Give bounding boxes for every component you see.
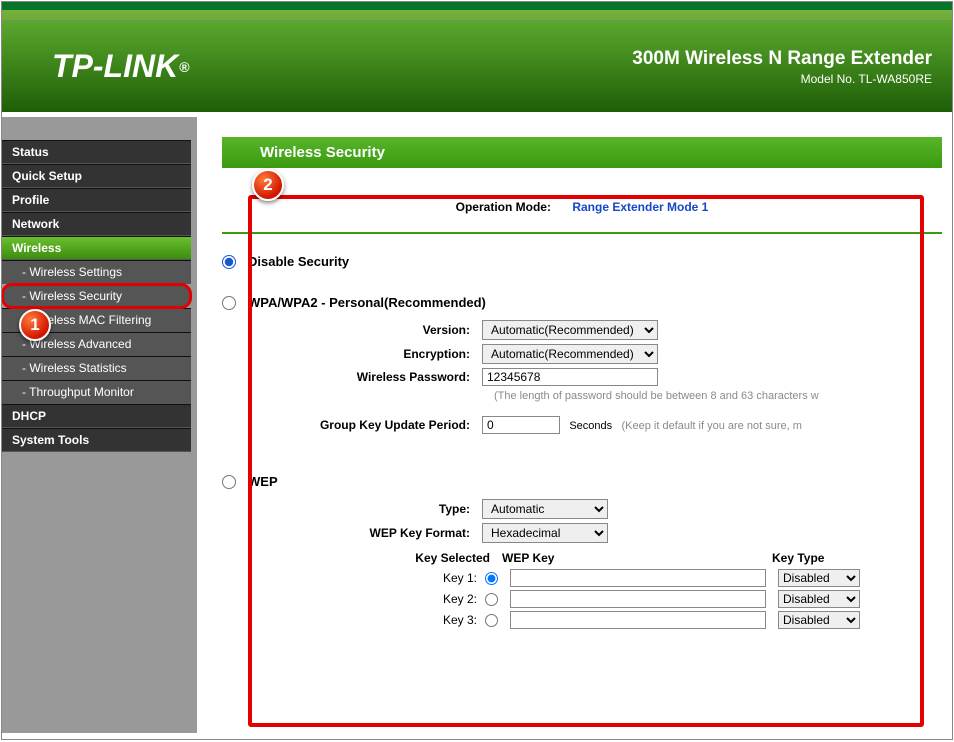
nav-status[interactable]: Status bbox=[2, 140, 191, 164]
nav-wireless-security[interactable]: - Wireless Security bbox=[2, 284, 191, 308]
brand-text: TP-LINK bbox=[52, 48, 178, 85]
page-title: Wireless Security bbox=[222, 137, 942, 168]
wep-key1-type-select[interactable]: Disabled bbox=[778, 569, 860, 587]
wep-key2-radio[interactable] bbox=[485, 593, 498, 606]
wep-radio[interactable] bbox=[222, 475, 236, 489]
nav-network[interactable]: Network bbox=[2, 212, 191, 236]
wep-key1-input[interactable] bbox=[510, 569, 766, 587]
sidebar: Status Quick Setup Profile Network Wirel… bbox=[2, 117, 197, 733]
wep-type-select[interactable]: Automatic bbox=[482, 499, 608, 519]
nav-profile[interactable]: Profile bbox=[2, 188, 191, 212]
wep-key3-type-select[interactable]: Disabled bbox=[778, 611, 860, 629]
operation-mode-label: Operation Mode: bbox=[456, 200, 551, 214]
wep-format-select[interactable]: Hexadecimal bbox=[482, 523, 608, 543]
wep-col-selected: Key Selected bbox=[372, 551, 502, 565]
brand-logo: TP-LINK® bbox=[52, 48, 190, 85]
nav-wireless-settings[interactable]: - Wireless Settings bbox=[2, 260, 191, 284]
wpa-password-input[interactable] bbox=[482, 368, 658, 386]
annotation-callout-2: 2 bbox=[252, 169, 284, 201]
nav-quick-setup[interactable]: Quick Setup bbox=[2, 164, 191, 188]
nav-system-tools[interactable]: System Tools bbox=[2, 428, 191, 452]
wep-key3-input[interactable] bbox=[510, 611, 766, 629]
model-number: Model No. TL-WA850RE bbox=[632, 72, 932, 86]
operation-mode-row: Operation Mode: Range Extender Mode 1 bbox=[222, 188, 942, 234]
wpa-version-label: Version: bbox=[222, 323, 482, 337]
group-key-label: Group Key Update Period: bbox=[222, 418, 482, 432]
wep-col-key: WEP Key bbox=[502, 551, 772, 565]
wep-key2-label: Key 2: bbox=[372, 592, 477, 606]
disable-security-label: Disable Security bbox=[248, 254, 349, 269]
wpa-heading: WPA/WPA2 - Personal(Recommended) bbox=[248, 295, 486, 310]
product-name: 300M Wireless N Range Extender bbox=[632, 48, 932, 70]
content-area[interactable]: Wireless Security Operation Mode: Range … bbox=[197, 117, 952, 733]
wpa-password-hint: (The length of password should be betwee… bbox=[494, 390, 942, 402]
operation-mode-value: Range Extender Mode 1 bbox=[572, 200, 708, 214]
disable-security-option[interactable]: Disable Security bbox=[222, 254, 942, 269]
disable-security-radio[interactable] bbox=[222, 255, 236, 269]
nav-dhcp[interactable]: DHCP bbox=[2, 404, 191, 428]
wep-key2-input[interactable] bbox=[510, 590, 766, 608]
group-key-hint: (Keep it default if you are not sure, m bbox=[622, 420, 802, 432]
wep-option[interactable]: WEP bbox=[222, 474, 942, 489]
wep-key3-radio[interactable] bbox=[485, 614, 498, 627]
wep-col-type: Key Type bbox=[772, 551, 862, 565]
wep-key1-radio[interactable] bbox=[485, 572, 498, 585]
registered-icon: ® bbox=[179, 59, 189, 75]
wep-format-label: WEP Key Format: bbox=[222, 526, 482, 540]
group-key-input[interactable] bbox=[482, 416, 560, 434]
wpa-version-select[interactable]: Automatic(Recommended) bbox=[482, 320, 658, 340]
wpa-option[interactable]: WPA/WPA2 - Personal(Recommended) bbox=[222, 295, 942, 310]
nav-throughput-monitor[interactable]: - Throughput Monitor bbox=[2, 380, 191, 404]
wep-key3-label: Key 3: bbox=[372, 613, 477, 627]
wep-key2-type-select[interactable]: Disabled bbox=[778, 590, 860, 608]
wpa-password-label: Wireless Password: bbox=[222, 370, 482, 384]
nav-wireless[interactable]: Wireless bbox=[2, 236, 191, 260]
wep-key-row-1: Key 1: Disabled bbox=[372, 569, 942, 587]
wep-heading: WEP bbox=[248, 474, 278, 489]
group-key-unit: Seconds bbox=[569, 420, 612, 432]
wpa-radio[interactable] bbox=[222, 296, 236, 310]
nav-wireless-statistics[interactable]: - Wireless Statistics bbox=[2, 356, 191, 380]
header-banner: TP-LINK® 300M Wireless N Range Extender … bbox=[2, 2, 952, 117]
wep-key-row-2: Key 2: Disabled bbox=[372, 590, 942, 608]
wpa-encryption-label: Encryption: bbox=[222, 347, 482, 361]
wep-type-label: Type: bbox=[222, 502, 482, 516]
annotation-callout-1: 1 bbox=[19, 309, 51, 341]
wpa-encryption-select[interactable]: Automatic(Recommended) bbox=[482, 344, 658, 364]
wep-key1-label: Key 1: bbox=[372, 571, 477, 585]
wep-key-row-3: Key 3: Disabled bbox=[372, 611, 942, 629]
